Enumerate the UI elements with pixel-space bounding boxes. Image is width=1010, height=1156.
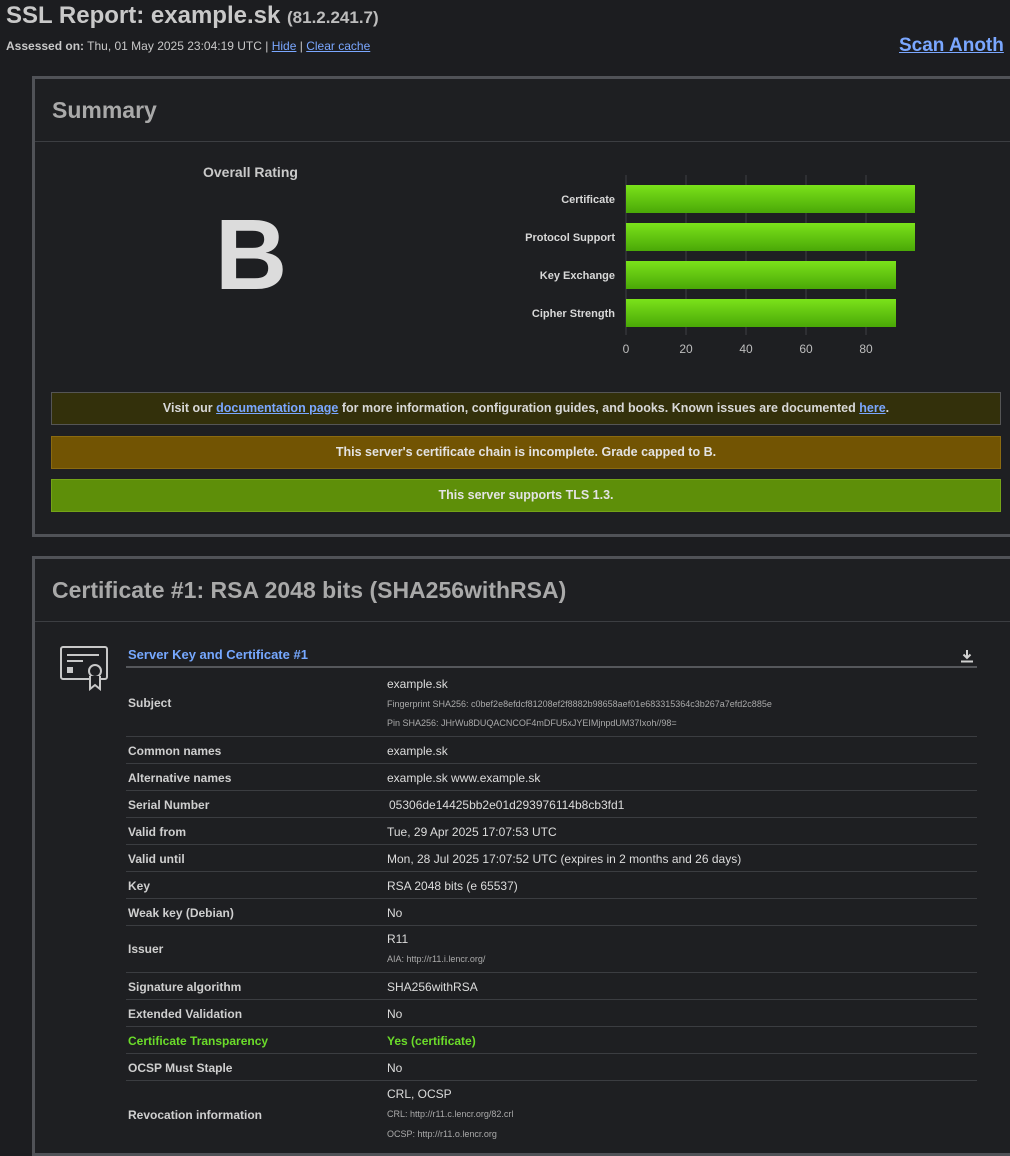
bar — [626, 261, 896, 289]
documentation-notice: Visit our documentation page for more in… — [51, 392, 1001, 425]
key-value: RSA 2048 bits (e 65537) — [387, 879, 518, 893]
certificate-icon — [60, 646, 108, 691]
x-tick-label: 80 — [859, 342, 873, 356]
download-icon[interactable] — [960, 649, 974, 663]
fingerprint-sha256: Fingerprint SHA256: c0bef2e8efdcf81208ef… — [387, 699, 772, 709]
valid-from-value: Tue, 29 Apr 2025 17:07:53 UTC — [387, 825, 557, 839]
page-title: SSL Report: example.sk (81.2.241.7) — [6, 2, 379, 30]
category-label: Protocol Support — [525, 232, 615, 244]
valid-until-value: Mon, 28 Jul 2025 17:07:52 UTC (expires i… — [387, 852, 742, 866]
known-issues-link[interactable]: here — [859, 401, 885, 415]
weak-key-value: No — [387, 906, 403, 920]
x-tick-label: 20 — [679, 342, 693, 356]
row-certificate-transparency: Certificate Transparency Yes (certificat… — [126, 1027, 977, 1054]
category-label: Certificate — [561, 194, 615, 206]
category-label: Key Exchange — [540, 270, 615, 282]
ev-label: Extended Validation — [128, 1007, 243, 1021]
row-valid-from: Valid from Tue, 29 Apr 2025 17:07:53 UTC — [126, 818, 977, 845]
row-subject: Subject example.sk Fingerprint SHA256: c… — [126, 669, 977, 737]
bar — [626, 223, 915, 251]
scan-another-link[interactable]: Scan Anoth — [899, 35, 1004, 57]
row-serial-number: Serial Number 05306de14425bb2e01d2939761… — [126, 791, 977, 818]
x-tick-label: 60 — [799, 342, 813, 356]
key-label: Key — [128, 879, 151, 893]
subject-label: Subject — [128, 696, 172, 710]
assessed-label: Assessed on: — [6, 39, 85, 53]
x-tick-label: 40 — [739, 342, 753, 356]
assessed-value: Thu, 01 May 2025 23:04:19 UTC | — [87, 39, 269, 53]
row-key: Key RSA 2048 bits (e 65537) — [126, 872, 977, 899]
serial-value: 05306de14425bb2e01d293976114b8cb3fd1 — [389, 798, 625, 812]
row-valid-until: Valid until Mon, 28 Jul 2025 17:07:52 UT… — [126, 845, 977, 872]
row-issuer: Issuer R11 AIA: http://r11.i.lencr.org/ — [126, 926, 977, 973]
issuer-label: Issuer — [128, 942, 164, 956]
chain-warning-notice: This server's certificate chain is incom… — [51, 436, 1001, 469]
subject-value: example.sk — [387, 677, 448, 691]
rating-chart: 020406080100CertificateProtocol SupportK… — [525, 175, 915, 356]
ct-value: Yes (certificate) — [387, 1034, 476, 1048]
valid-from-label: Valid from — [128, 825, 187, 839]
certificate-panel: Certificate #1: RSA 2048 bits (SHA256wit… — [32, 556, 1010, 1156]
row-alternative-names: Alternative names example.sk www.example… — [126, 764, 977, 791]
ocsp-url: OCSP: http://r11.o.lencr.org — [387, 1129, 497, 1139]
x-tick-label: 0 — [623, 342, 630, 356]
certificate-heading: Certificate #1: RSA 2048 bits (SHA256wit… — [35, 559, 1010, 622]
category-label: Cipher Strength — [532, 308, 615, 320]
issuer-value: R11 — [387, 932, 409, 946]
ocsp-staple-value: No — [387, 1061, 403, 1075]
doc-notice-post: . — [885, 401, 890, 415]
pin-sha256: Pin SHA256: JHrWu8DUQACNCOF4mDFU5xJYEIMj… — [387, 718, 677, 728]
summary-heading: Summary — [35, 79, 1010, 142]
assessed-line: Assessed on: Thu, 01 May 2025 23:04:19 U… — [6, 39, 370, 53]
revocation-label: Revocation information — [128, 1108, 263, 1122]
clear-cache-link[interactable]: Clear cache — [306, 39, 370, 53]
alt-names-label: Alternative names — [128, 771, 232, 785]
doc-notice-pre: Visit our — [162, 401, 217, 415]
bar — [626, 185, 915, 213]
bar — [626, 299, 896, 327]
overall-grade: B — [215, 199, 288, 311]
row-common-names: Common names example.sk — [126, 737, 977, 764]
revocation-value: CRL, OCSP — [387, 1087, 452, 1101]
ev-value: No — [387, 1007, 403, 1021]
documentation-page-link[interactable]: documentation page — [216, 401, 338, 415]
serial-label: Serial Number — [128, 798, 210, 812]
issuer-aia: AIA: http://r11.i.lencr.org/ — [387, 954, 486, 964]
weak-key-label: Weak key (Debian) — [128, 906, 234, 920]
row-weak-key: Weak key (Debian) No — [126, 899, 977, 926]
ct-label: Certificate Transparency — [128, 1034, 269, 1048]
summary-panel: Summary Overall Rating B 020406080100Cer… — [32, 76, 1010, 537]
row-extended-validation: Extended Validation No — [126, 1000, 977, 1027]
row-revocation-information: Revocation information CRL, OCSP CRL: ht… — [126, 1081, 977, 1151]
tls13-notice: This server supports TLS 1.3. — [51, 479, 1001, 512]
common-names-value: example.sk — [387, 744, 448, 758]
row-signature-algorithm: Signature algorithm SHA256withRSA — [126, 973, 977, 1000]
common-names-label: Common names — [128, 744, 222, 758]
overall-rating-label: Overall Rating — [203, 164, 298, 180]
report-title: SSL Report: example.sk — [6, 2, 281, 29]
alt-names-value: example.sk www.example.sk — [387, 771, 541, 785]
crl-url: CRL: http://r11.c.lencr.org/82.crl — [387, 1109, 514, 1119]
server-key-cert-title: Server Key and Certificate #1 — [128, 647, 308, 662]
link-separator: | — [299, 39, 303, 53]
doc-notice-mid: for more information, configuration guid… — [338, 401, 860, 415]
ocsp-staple-label: OCSP Must Staple — [128, 1061, 233, 1075]
valid-until-label: Valid until — [128, 852, 185, 866]
row-ocsp-must-staple: OCSP Must Staple No — [126, 1054, 977, 1081]
section-divider — [126, 666, 977, 668]
server-ip: (81.2.241.7) — [287, 8, 379, 27]
sig-alg-label: Signature algorithm — [128, 980, 242, 994]
sig-alg-value: SHA256withRSA — [387, 980, 478, 994]
hide-link[interactable]: Hide — [272, 39, 297, 53]
